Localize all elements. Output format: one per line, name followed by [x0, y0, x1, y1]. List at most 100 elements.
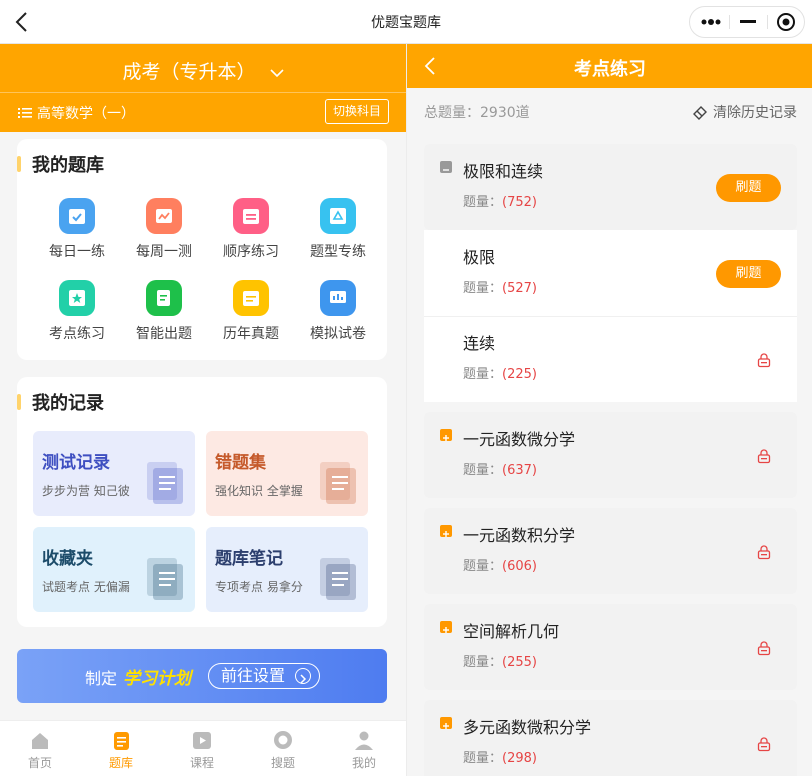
- count-value: (752): [502, 195, 537, 210]
- bottom-tab-bar: 首页 题库 课程 搜题 我的: [0, 720, 406, 776]
- my-records-card: 我的记录 测试记录 步步为营 知己彼 错题集 强化知识 全掌握 收藏夹 试题考点 无偏漏题…: [17, 377, 387, 627]
- lock-icon[interactable]: [756, 544, 772, 560]
- knowledge-row: 多元函数微积分学 题量：(298): [424, 700, 797, 776]
- practice-button[interactable]: 刷题: [716, 174, 781, 202]
- point-name: 空间解析几何: [463, 622, 560, 641]
- knowledge-group[interactable]: 极限和连续 题量：(752) 刷题: [424, 144, 797, 230]
- clear-history-button[interactable]: 清除历史记录: [692, 102, 797, 122]
- expand-icon[interactable]: [440, 717, 452, 729]
- record-card[interactable]: 收藏夹 试题考点 无偏漏: [33, 527, 195, 612]
- go-settings-button[interactable]: 前往设置: [208, 663, 320, 689]
- knowledge-subpoint[interactable]: 连续 题量：(225): [424, 316, 797, 402]
- bank-item[interactable]: 每日一练: [37, 198, 117, 261]
- question-count: 题量：(298): [463, 747, 537, 766]
- my-records-title: 我的记录: [17, 392, 104, 414]
- record-illustration: [306, 552, 362, 608]
- minimize-icon[interactable]: [729, 7, 767, 37]
- divider: [424, 316, 797, 317]
- exam-name: 成考（专升本）: [122, 61, 256, 83]
- question-count: 题量：(225): [463, 363, 537, 382]
- knowledge-row: 极限题量：(527) 刷题: [424, 230, 797, 316]
- knowledge-group[interactable]: 一元函数积分学 题量：(606): [424, 508, 797, 594]
- record-card[interactable]: 错题集强化知识 全掌握: [206, 431, 368, 516]
- calendar-doc-icon: [233, 280, 269, 316]
- right-header: 考点练习: [407, 44, 812, 88]
- bank-item[interactable]: 题型专练: [298, 198, 378, 261]
- my-bank-title: 我的题库: [17, 154, 104, 176]
- point-name: 多元函数微积分学: [463, 718, 592, 737]
- play-icon: [191, 729, 213, 751]
- expand-icon[interactable]: [440, 429, 452, 441]
- tab-play[interactable]: 课程: [172, 729, 232, 771]
- bank-item[interactable]: 每周一测: [124, 198, 204, 261]
- bank-item-label: 题型专练: [310, 244, 366, 260]
- bank-item[interactable]: 历年真题: [211, 280, 291, 343]
- more-icon[interactable]: [692, 7, 730, 37]
- switch-subject-button[interactable]: 切换科目: [325, 99, 389, 124]
- my-bank-card: 我的题库 每日一练 每周一测 顺序练习 题型专练考点练习 智能出题 历年真题 模拟试卷: [17, 139, 387, 360]
- knowledge-group[interactable]: 一元函数微分学 题量：(637): [424, 412, 797, 498]
- tab-user[interactable]: 我的: [334, 729, 394, 771]
- lock-icon[interactable]: [756, 640, 772, 656]
- triangle-icon: [320, 198, 356, 234]
- info-bar: 总题量：2930道 清除历史记录: [407, 88, 812, 132]
- calendar-list-icon: [233, 198, 269, 234]
- count-label: 题量：: [463, 281, 503, 296]
- point-name: 一元函数微分学: [463, 430, 576, 449]
- bank-item-label: 每日一练: [49, 244, 105, 260]
- knowledge-group[interactable]: 多元函数微积分学 题量：(298): [424, 700, 797, 776]
- record-subtitle: 步步为营 知己彼: [42, 484, 130, 498]
- question-count: 题量：(527): [463, 277, 537, 296]
- bank-item[interactable]: 考点练习: [37, 280, 117, 343]
- count-value: (225): [502, 367, 537, 382]
- tab-doc[interactable]: 题库: [91, 729, 151, 771]
- count-value: (298): [502, 751, 537, 766]
- lock-icon[interactable]: [756, 448, 772, 464]
- record-title: 错题集: [215, 453, 266, 473]
- knowledge-subpoint[interactable]: 极限题量：(527) 刷题: [424, 230, 797, 316]
- left-header: 成考（专升本） 高等数学（一） 切换科目: [0, 44, 406, 132]
- list-icon: [18, 108, 32, 118]
- close-icon[interactable]: [767, 7, 805, 37]
- record-subtitle: 强化知识 全掌握: [215, 484, 303, 498]
- bank-item[interactable]: 模拟试卷: [298, 280, 378, 343]
- question-count: 题量：(606): [463, 555, 537, 574]
- bank-item-label: 每周一测: [136, 244, 192, 260]
- knowledge-row: 连续 题量：(225): [424, 316, 797, 402]
- exam-selector[interactable]: 成考（专升本）: [0, 57, 406, 84]
- question-count: 题量：(752): [463, 191, 537, 210]
- tab-home[interactable]: 首页: [10, 729, 70, 771]
- count-value: (527): [502, 281, 537, 296]
- lock-icon[interactable]: [756, 736, 772, 752]
- expand-icon[interactable]: [440, 621, 452, 633]
- count-label: 题量：: [463, 367, 503, 382]
- page-title: 考点练习: [574, 59, 646, 80]
- record-title: 题库笔记: [215, 549, 283, 569]
- subject-label: 高等数学（一）: [18, 103, 135, 123]
- bank-item-label: 智能出题: [136, 326, 192, 342]
- tab-label: 搜题: [270, 756, 295, 770]
- record-title: 测试记录: [42, 453, 110, 473]
- knowledge-row: 空间解析几何 题量：(255): [424, 604, 797, 690]
- search-icon: [272, 729, 294, 751]
- lock-icon[interactable]: [756, 352, 772, 368]
- record-card[interactable]: 测试记录步步为营 知己彼: [33, 431, 195, 516]
- practice-button[interactable]: 刷题: [716, 260, 781, 288]
- subject-bar: 高等数学（一） 切换科目: [0, 92, 406, 132]
- tab-search[interactable]: 搜题: [253, 729, 313, 771]
- bank-item[interactable]: 顺序练习: [211, 198, 291, 261]
- collapse-icon[interactable]: [440, 161, 452, 173]
- bank-item[interactable]: 智能出题: [124, 280, 204, 343]
- home-icon: [29, 729, 51, 751]
- calendar-check-icon: [59, 198, 95, 234]
- tab-label: 课程: [189, 756, 214, 770]
- expand-icon[interactable]: [440, 525, 452, 537]
- knowledge-group[interactable]: 空间解析几何 题量：(255): [424, 604, 797, 690]
- record-card[interactable]: 题库笔记 专项考点 易拿分: [206, 527, 368, 612]
- edit-doc-icon: [146, 280, 182, 316]
- study-plan-banner[interactable]: 制定 学习计划 前往设置: [17, 649, 387, 703]
- knowledge-row: 一元函数微分学 题量：(637): [424, 412, 797, 498]
- total-count: 总题量：2930道: [424, 105, 530, 121]
- point-name: 极限: [463, 248, 496, 267]
- chevron-down-icon: [269, 68, 284, 77]
